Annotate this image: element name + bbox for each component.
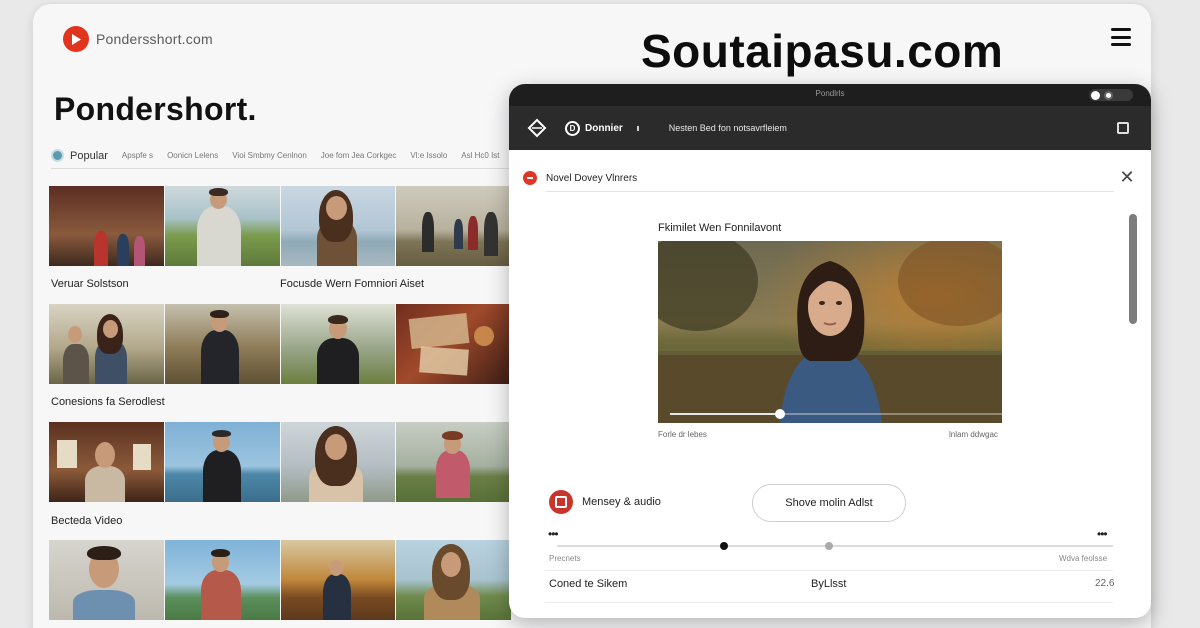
video-thumbnail[interactable]	[49, 304, 164, 384]
progress-label-right: Wdva feolsse	[1059, 554, 1108, 563]
more-dots-icon[interactable]: •••	[1097, 527, 1108, 541]
toolbar-title: Nesten Bed fon notsavrfleiem	[668, 123, 787, 133]
video-thumbnail[interactable]	[396, 304, 511, 384]
row-label: Veruar Solstson	[51, 278, 129, 290]
scrollbar-thumb[interactable]	[1129, 214, 1137, 324]
row-label: Focusde Wern Fomniori Aiset	[280, 278, 425, 290]
scrollbar[interactable]	[1129, 214, 1137, 324]
filter-tab[interactable]: Apspfe s	[122, 151, 153, 160]
video-meta-left: Forle dr lebes	[658, 430, 707, 439]
video-thumbnail[interactable]	[49, 422, 164, 502]
audio-setting[interactable]: Mensey & audio	[549, 490, 661, 514]
progress-marker[interactable]	[719, 542, 728, 550]
mode-toggle[interactable]	[1089, 89, 1133, 101]
video-player[interactable]	[658, 241, 1002, 423]
video-thumbnail[interactable]	[164, 540, 280, 620]
close-button[interactable]: ✕	[1117, 168, 1137, 188]
toolbar-divider	[636, 125, 639, 131]
scrub-handle[interactable]	[774, 409, 785, 419]
video-thumbnail[interactable]	[280, 186, 396, 266]
brand-domain: Pondersshort.com	[96, 31, 213, 47]
diamond-logo-icon[interactable]	[527, 118, 547, 138]
show-more-button[interactable]: Shove molin Adlst	[752, 484, 906, 522]
page-heading: Pondershort.	[54, 91, 257, 127]
filter-tab[interactable]: Oonicn Lelens	[167, 151, 218, 160]
footer-link[interactable]: Coned te Sikem	[549, 578, 627, 590]
filter-tab-popular[interactable]: Popular	[70, 150, 108, 162]
divider	[545, 570, 1113, 571]
progress-label-left: Precnets	[549, 554, 581, 563]
filter-bar: Popular Apspfe s Oonicn Lelens Vioi Smbm…	[51, 147, 521, 169]
video-frame	[658, 241, 1002, 423]
site-headline: Soutaipasu.com	[641, 25, 1004, 77]
video-thumbnail[interactable]	[396, 186, 511, 266]
modal-title: Novel Dovey Vlnrers	[546, 172, 638, 184]
thumbnail-row	[49, 422, 511, 502]
modal-toolbar: D Donnier Nesten Bed fon notsavrfleiem	[509, 106, 1151, 150]
scrub-progress	[670, 413, 780, 415]
filter-tab[interactable]: Asl Hc0 Ist	[461, 151, 499, 160]
video-thumbnail[interactable]	[280, 422, 396, 502]
video-thumbnail[interactable]	[49, 540, 164, 620]
video-thumbnail[interactable]	[280, 540, 396, 620]
divider	[545, 602, 1113, 603]
video-thumbnail[interactable]	[164, 304, 280, 384]
row-label: Conesions fa Serodlest	[51, 396, 165, 408]
video-thumbnail[interactable]	[396, 422, 511, 502]
video-meta-right: lnlam ddwgac	[949, 430, 998, 439]
filter-dot-icon	[51, 149, 64, 162]
thumbnail-row	[49, 186, 511, 266]
filter-tab[interactable]: Vl:e Issolo	[410, 151, 447, 160]
thumbnail-row	[49, 304, 511, 384]
row-label: Becteda Video	[51, 515, 123, 527]
user-avatar-icon: D	[565, 120, 580, 136]
expand-icon[interactable]	[1117, 122, 1129, 134]
progress-line[interactable]	[557, 542, 1113, 550]
footer-value: 22.6	[1095, 578, 1115, 589]
video-thumbnail[interactable]	[280, 304, 396, 384]
divider	[546, 191, 1114, 192]
video-thumbnail[interactable]	[164, 186, 280, 266]
user-chip[interactable]: D Donnier	[565, 120, 623, 136]
audio-icon	[549, 490, 573, 514]
user-name: Donnier	[585, 122, 623, 134]
modal-header: Novel Dovey Vlnrers ✕	[523, 164, 1137, 192]
video-thumbnail[interactable]	[164, 422, 280, 502]
thumbnail-row	[49, 540, 511, 620]
video-thumbnail[interactable]	[396, 540, 511, 620]
filter-tab[interactable]: Vioi Smbmy Cenlnon	[232, 151, 307, 160]
footer-label: ByLlsst	[811, 578, 847, 590]
video-modal: Pondlrls D Donnier Nesten Bed fon notsav…	[509, 84, 1151, 618]
scrub-track[interactable]	[670, 409, 1002, 419]
video-title: Fkimilet Wen Fonnilavont	[658, 222, 782, 234]
hamburger-menu-icon[interactable]	[1111, 28, 1131, 46]
record-icon	[523, 171, 537, 185]
modal-titlebar: Pondlrls	[509, 84, 1151, 106]
more-dots-icon[interactable]: •••	[548, 527, 559, 541]
video-thumbnail[interactable]	[49, 186, 164, 266]
brand[interactable]: Pondersshort.com	[63, 26, 213, 52]
play-logo-icon	[63, 26, 89, 52]
progress-marker[interactable]	[825, 542, 834, 550]
filter-tab[interactable]: Joe fom Jea Corkgec	[321, 151, 397, 160]
titlebar-text: Pondlrls	[815, 89, 845, 98]
audio-label: Mensey & audio	[582, 496, 661, 508]
